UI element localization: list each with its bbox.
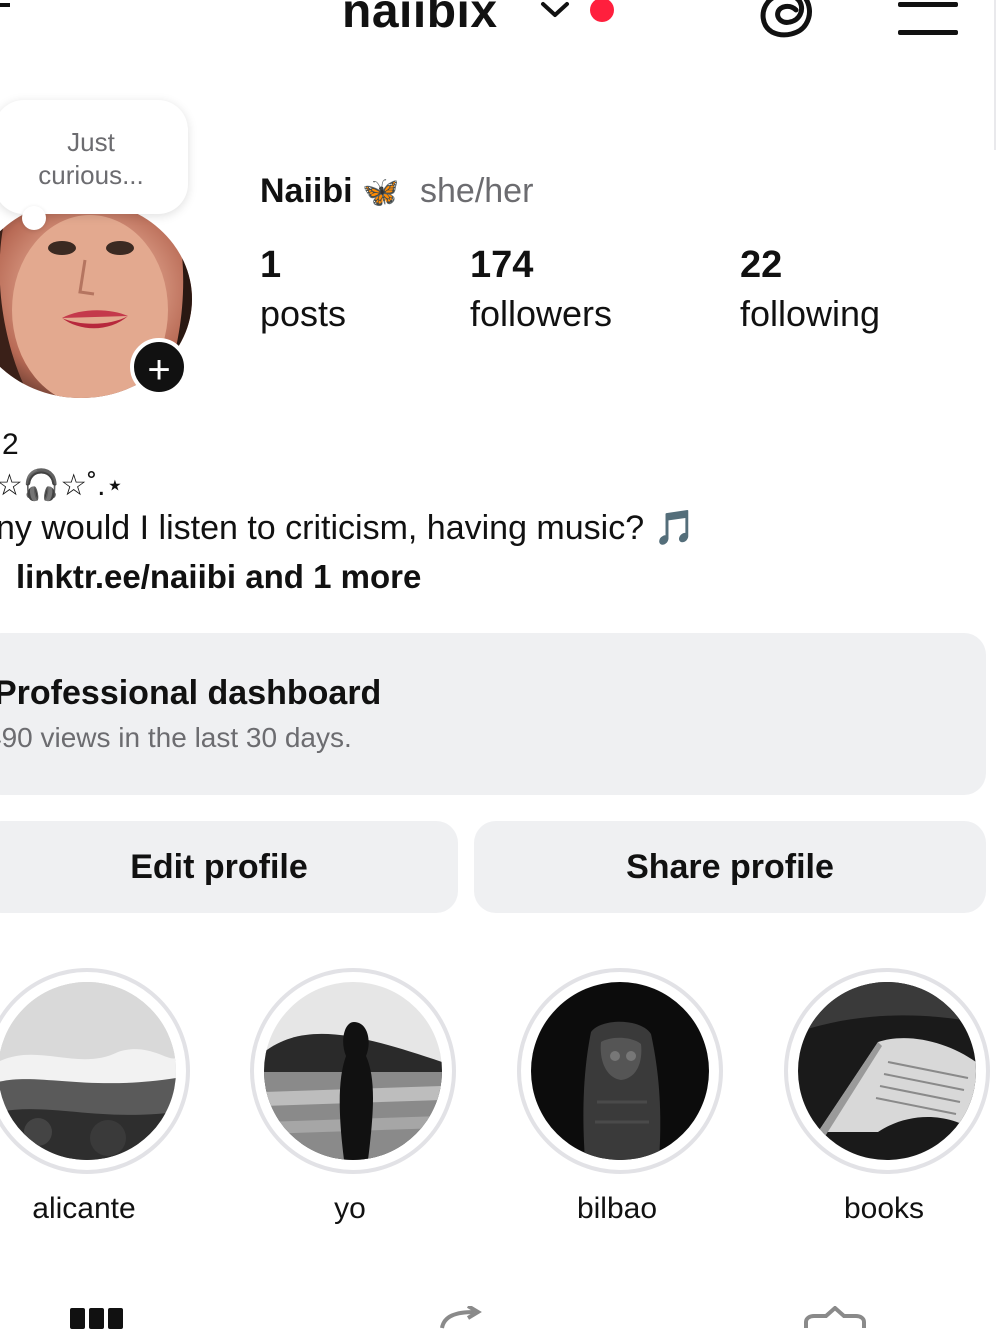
highlight-label: bilbao: [576, 1192, 658, 1225]
highlight-ring: [784, 968, 990, 1174]
pronouns: she/her: [420, 172, 534, 210]
share-profile-button[interactable]: Share profile: [474, 821, 986, 913]
stat-following[interactable]: 22 following: [740, 244, 880, 335]
stat-followers-label: followers: [470, 293, 613, 334]
note-text-line1: Just: [67, 127, 115, 157]
stat-followers[interactable]: 174 followers: [470, 244, 612, 335]
highlight-thumbnail: [0, 982, 176, 1160]
stat-followers-value: 174: [470, 244, 534, 286]
edit-profile-button[interactable]: Edit profile: [0, 821, 458, 913]
highlight-alicante[interactable]: alicante: [0, 968, 190, 1226]
professional-dashboard[interactable]: [0, 633, 986, 795]
threads-icon[interactable]: [758, 0, 818, 47]
highlight-bilbao[interactable]: bilbao: [517, 968, 723, 1226]
stat-posts-value: 1: [260, 244, 282, 286]
note-text-line2: curious...: [38, 160, 144, 190]
stat-posts[interactable]: 1 posts: [260, 244, 346, 335]
grid-icon[interactable]: [70, 1308, 124, 1334]
highlight-ring: [517, 968, 723, 1174]
back-arrow-icon[interactable]: [0, 0, 16, 31]
bio-line3: ny would I listen to criticism, having m…: [0, 509, 696, 547]
menu-icon[interactable]: [898, 0, 958, 45]
highlight-thumbnail: [798, 982, 976, 1160]
stat-following-label: following: [740, 293, 881, 334]
note-bubble[interactable]: Just curious...: [0, 100, 188, 214]
bio-line2: ☆🎧☆˚.⋆: [0, 469, 125, 502]
highlight-thumbnail: [264, 982, 442, 1160]
highlight-ring: [0, 968, 190, 1174]
highlight-label: alicante: [32, 1192, 136, 1225]
tagged-icon[interactable]: [802, 1305, 868, 1334]
highlight-books[interactable]: books: [784, 968, 990, 1226]
highlight-ring: [250, 968, 456, 1174]
highlight-label: yo: [334, 1192, 366, 1225]
username-title[interactable]: naiibix: [342, 0, 498, 39]
dashboard-title: Professional dashboard: [0, 674, 382, 712]
display-name-text: Naiibi: [260, 172, 353, 210]
reels-icon[interactable]: [438, 1304, 484, 1334]
stat-following-value: 22: [740, 244, 783, 286]
bio-line1: 2: [2, 428, 19, 461]
stat-posts-label: posts: [260, 293, 347, 334]
chevron-down-icon[interactable]: [538, 0, 572, 27]
butterfly-icon: 🦋: [362, 176, 400, 209]
bio-link[interactable]: linktr.ee/naiibi and 1 more: [16, 558, 421, 596]
highlight-yo[interactable]: yo: [250, 968, 456, 1226]
link-icon: [0, 558, 2, 592]
display-name: Naiibi 🦋: [260, 172, 399, 211]
dashboard-subtitle: 490 views in the last 30 days.: [0, 722, 352, 753]
highlight-thumbnail: [531, 982, 709, 1160]
notification-dot: [590, 0, 614, 22]
note-bubble-tail: [22, 206, 46, 230]
add-story-icon[interactable]: +: [130, 338, 188, 396]
highlight-label: books: [843, 1192, 925, 1225]
